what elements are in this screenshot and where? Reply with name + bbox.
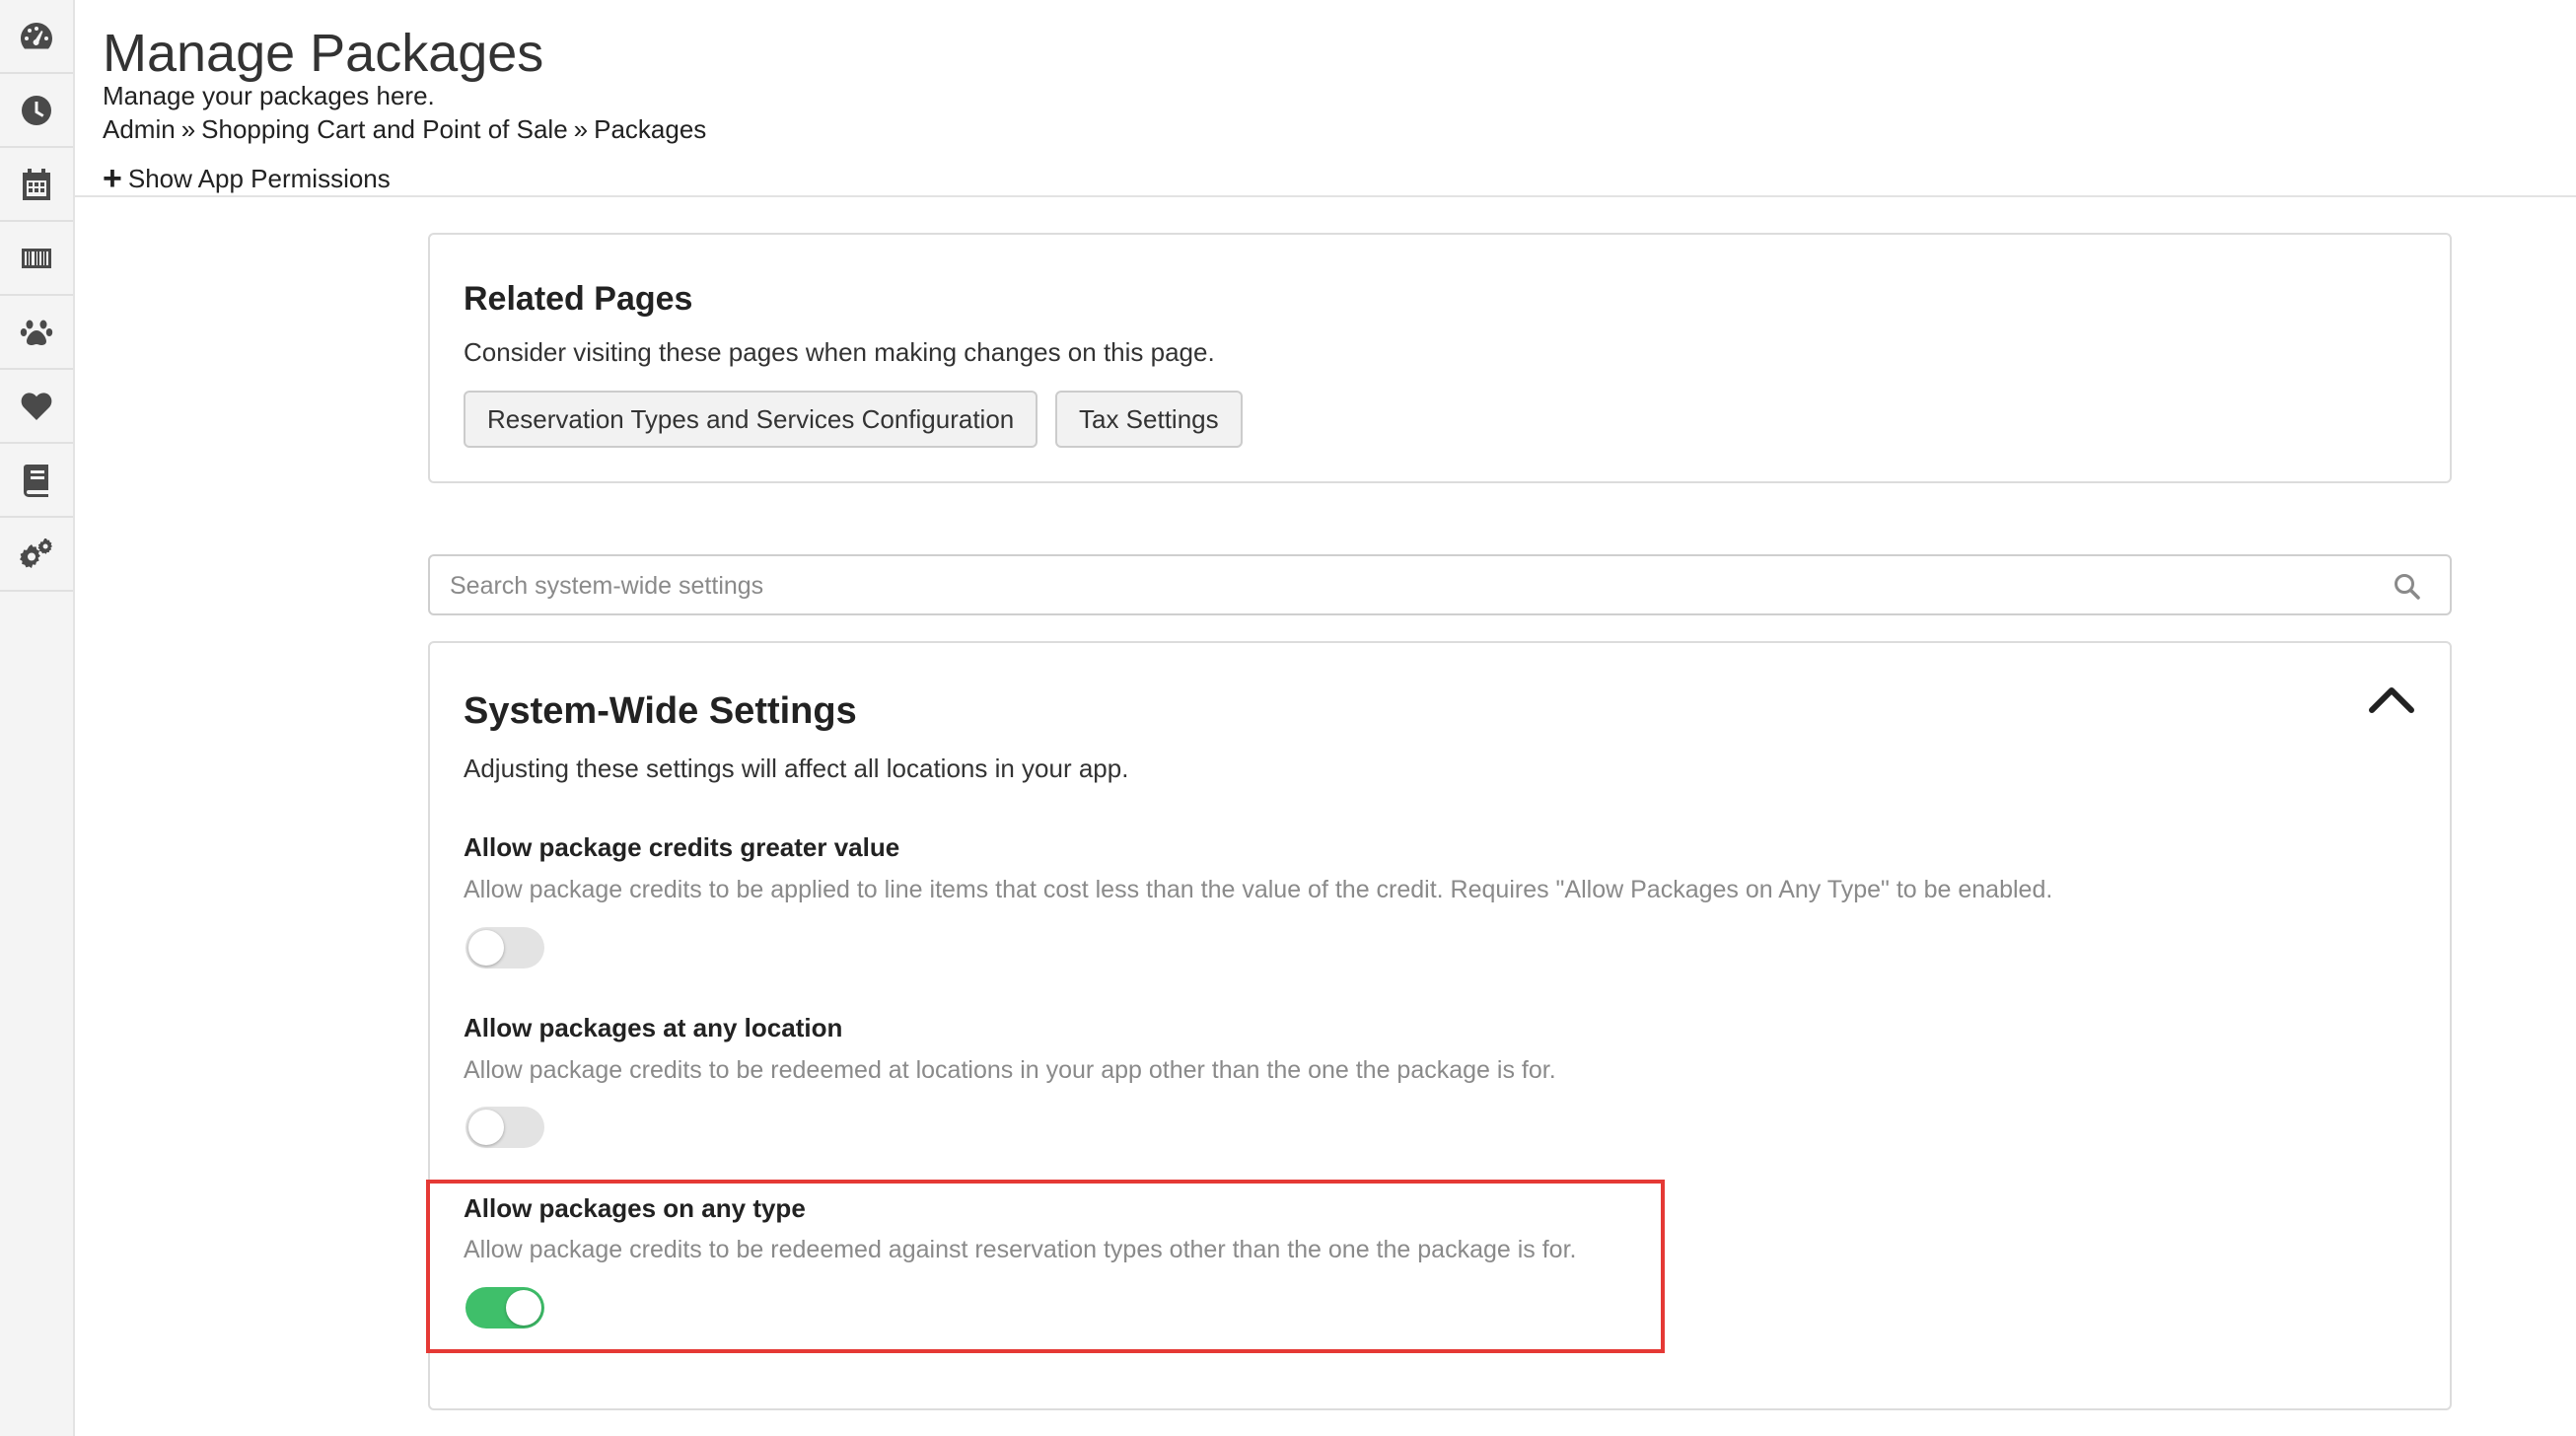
setting-description-credits-greater-value: Allow package credits to be applied to l…: [464, 876, 2053, 903]
gears-icon: [20, 538, 52, 568]
system-wide-settings-card: System-Wide Settings Adjusting these set…: [428, 641, 2452, 1410]
toggle-knob: [468, 1110, 504, 1145]
breadcrumb: Admin» Shopping Cart and Point of Sale» Pa…: [103, 112, 706, 146]
toggle-knob: [468, 930, 504, 966]
related-pages-card: Related Pages Consider visiting these pa…: [428, 233, 2452, 483]
setting-description-any-type: Allow package credits to be redeemed aga…: [464, 1236, 1577, 1263]
show-app-permissions-link[interactable]: + Show App Permissions: [103, 162, 391, 195]
search-input[interactable]: [450, 564, 2363, 608]
reservation-types-config-button[interactable]: Reservation Types and Services Configura…: [464, 391, 1038, 448]
settings-search: [428, 554, 2452, 615]
show-app-permissions-label: Show App Permissions: [127, 164, 391, 193]
tax-settings-button[interactable]: Tax Settings: [1055, 391, 1243, 448]
breadcrumb-admin[interactable]: Admin: [103, 114, 176, 144]
setting-title-any-type: Allow packages on any type: [464, 1193, 806, 1223]
toggle-any-type[interactable]: [465, 1287, 544, 1328]
calendar-icon: [23, 168, 50, 200]
sidebar-item-favorites[interactable]: [0, 370, 73, 444]
setting-description-any-location: Allow package credits to be redeemed at …: [464, 1056, 1556, 1084]
plus-icon: +: [103, 160, 122, 197]
sidebar-item-admin[interactable]: [0, 518, 73, 592]
sidebar-item-calendar[interactable]: [0, 148, 73, 222]
page-subtitle: Manage your packages here.: [103, 81, 435, 110]
breadcrumb-current: Packages: [594, 114, 707, 144]
setting-title-any-location: Allow packages at any location: [464, 1013, 843, 1042]
search-icon[interactable]: [2393, 572, 2422, 602]
breadcrumb-separator: »: [573, 114, 589, 144]
page-header: Manage Packages Manage your packages her…: [75, 0, 2576, 197]
toggle-knob: [506, 1290, 541, 1326]
barcode-icon: [22, 248, 51, 268]
sidebar: [0, 0, 75, 1436]
heart-icon: [21, 392, 52, 420]
toggle-any-location[interactable]: [465, 1107, 544, 1148]
page-title: Manage Packages: [103, 24, 544, 83]
setting-title-credits-greater-value: Allow package credits greater value: [464, 832, 900, 862]
related-pages-title: Related Pages: [464, 280, 693, 318]
system-settings-description: Adjusting these settings will affect all…: [464, 754, 1129, 783]
related-pages-description: Consider visiting these pages when makin…: [464, 337, 1215, 367]
breadcrumb-separator: »: [180, 114, 196, 144]
toggle-credits-greater-value[interactable]: [465, 927, 544, 969]
sidebar-item-pets[interactable]: [0, 296, 73, 370]
book-icon: [24, 464, 48, 497]
sidebar-item-history[interactable]: [0, 74, 73, 148]
breadcrumb-shopping-cart[interactable]: Shopping Cart and Point of Sale: [201, 114, 567, 144]
system-settings-title: System-Wide Settings: [464, 690, 857, 732]
chevron-up-icon[interactable]: [2367, 682, 2416, 716]
sidebar-item-logbook[interactable]: [0, 444, 73, 518]
clock-icon: [22, 95, 51, 125]
dashboard-icon: [21, 22, 52, 48]
sidebar-item-barcode[interactable]: [0, 222, 73, 296]
sidebar-item-dashboard[interactable]: [0, 0, 73, 74]
paw-icon: [20, 320, 53, 345]
